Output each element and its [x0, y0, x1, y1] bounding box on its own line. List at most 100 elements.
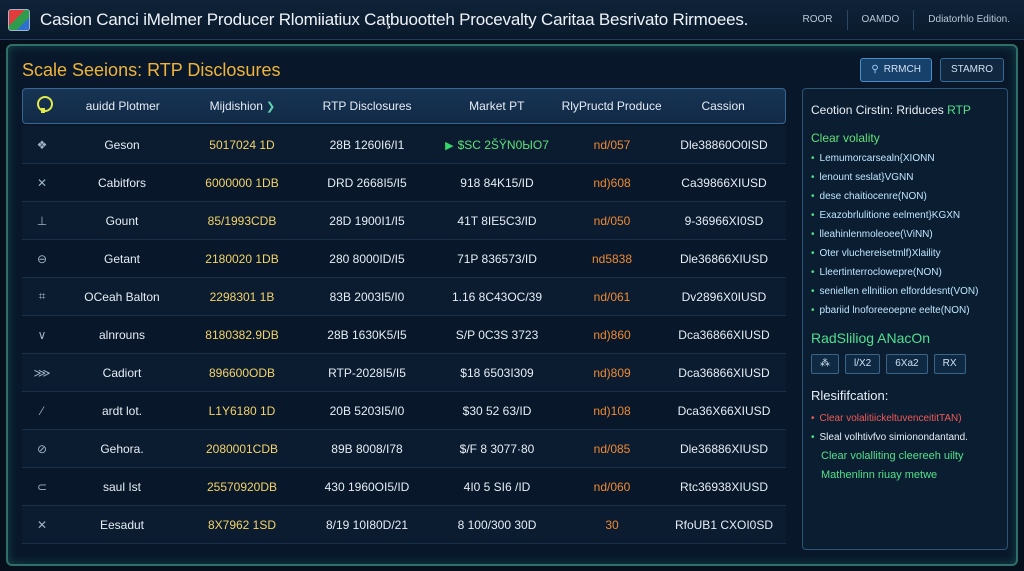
col-header-rtp[interactable]: RTP Disclosures [302, 99, 432, 113]
chip-button[interactable]: ⁂ [811, 354, 839, 374]
cell-name: ardt lot. [101, 403, 143, 418]
section-title: Scale Seeions: RTP Disclosures [22, 60, 281, 80]
cell-market: ▶ $SC 2ŠŸN0ЫO7 [432, 138, 562, 152]
search-button-label: RRMCH [883, 64, 921, 75]
side-heading-text: Ceotion Cirstin: Rriduces [811, 103, 944, 117]
side-panel: Ceotion Cirstin: Rriduces RTP Clear vola… [802, 88, 1008, 550]
title-action-2[interactable]: OAMDO [846, 9, 914, 30]
bullet-item: Lemumorcarsealn{XIONN [811, 149, 999, 168]
cell-rtp: nd)108 [593, 403, 631, 418]
cell-name: alnrouns [98, 327, 146, 342]
chevron-right-icon: ❯ [265, 101, 276, 113]
cell-rtp: nd5838 [591, 251, 633, 266]
table-row[interactable]: ⋙ Cadiort 896600ODB RTP-2028I5/I5 $18 6503I3… [22, 354, 786, 392]
cell-disclosure: 89B 8008/I78 [331, 441, 403, 456]
cell-id: 2080001CDB [205, 441, 279, 456]
side-heading: Ceotion Cirstin: Rriduces RTP [811, 103, 999, 117]
table-row[interactable]: ⊖ Getant 2180020 1DB 280 8000ID/I5 71P 83657… [22, 240, 786, 278]
cell-market: S/P 0C3S 3723 [455, 327, 539, 342]
cell-disclosure: 8/19 10I80D/21 [325, 517, 409, 532]
cell-market: $18 6503I309 [460, 365, 534, 380]
note-item: Clear volalliting cleereeh uilty [821, 450, 964, 462]
row-icon: ⌗ [38, 289, 46, 303]
classification-title: Rlesififcation: [811, 388, 889, 403]
row-icon: ⊘ [36, 441, 48, 456]
bullet-item: lenount seslat}VGNN [811, 168, 999, 187]
chip-button[interactable]: l/X2 [845, 354, 881, 374]
row-icon: ⊥ [36, 213, 48, 228]
chip-row: ⁂ l/X2 6Xa2 RX [811, 354, 999, 374]
bullet-item: seniellen ellnitiion elforddesnt(VON) [811, 282, 999, 301]
table-row[interactable]: ⊥ Gount 85/1993CDB 28D 1900I1/I5 41T 8IE5C3/… [22, 202, 786, 240]
cell-disclosure: 83B 2003I5/I0 [329, 289, 405, 304]
search-button[interactable]: ⚲ RRMCH [860, 58, 932, 82]
table-row[interactable]: ⌗ OCeah Balton 2298301 1B 83B 2003I5/I0 1.16… [22, 278, 786, 316]
cell-rtp: nd/060 [593, 479, 631, 494]
cell-market: 8 100/300 30D [457, 517, 537, 532]
bullet-item: lleahinlenmoleoee(\ViNN) [811, 225, 999, 244]
top-buttons: ⚲ RRMCH STAMRO [860, 58, 1004, 82]
chip-button[interactable]: RX [933, 354, 966, 374]
bullet-item: Lleertinterroclowepre(NON) [811, 263, 999, 282]
cell-rtp: nd/057 [593, 137, 631, 152]
row-icon: ❖ [36, 137, 48, 152]
cell-id: 2180020 1DB [205, 251, 279, 266]
cell-rtp: nd/050 [593, 213, 631, 228]
cell-rtp: nd)608 [593, 175, 631, 190]
bulb-icon [36, 95, 53, 114]
cell-rtp: 30 [605, 517, 619, 532]
cell-cassion: Dle36886XIUSD [679, 441, 769, 456]
cell-cassion: Ca39866XIUSD [681, 175, 767, 190]
bullet-item: dese chaitiocenre(NON) [811, 187, 999, 206]
col-header-producer[interactable]: RlyPructd Producer [562, 99, 662, 113]
app-logo-icon [8, 8, 30, 31]
table-row[interactable]: ⊘ Gehora. 2080001CDB 89B 8008/I78 $/F 8 3077… [22, 430, 786, 468]
cell-market: $30 52 63/ID [462, 403, 532, 418]
cell-id: L1Y6180 1D [208, 403, 276, 418]
table-row[interactable]: ⊂ saul Ist 25570920DB 430 1960OI5/ID 4I0 5 S… [22, 468, 786, 506]
title-action-3[interactable]: Ddiatorhlo Edition. [913, 9, 1024, 30]
table-row[interactable]: ❖ Geson 5017024 1D 28B 1260I6/I1 ▶ $SC 2ŠŸN0Ы… [22, 126, 786, 164]
col-header-jurisdiction[interactable]: Mijdishion ❯ [183, 99, 303, 113]
bullet-item: pbariid lnoforeeoepne eelte(NON) [811, 301, 999, 320]
title-action-1[interactable]: ROOR [789, 10, 847, 30]
cell-rtp: nd)860 [593, 327, 631, 342]
cell-name: Gehora. [100, 441, 144, 456]
table-row[interactable]: ∨ alnrouns 8180382.9DB 28B 1630K5/I5 S/P 0C3… [22, 316, 786, 354]
cell-cassion: Dv2896X0IUSD [681, 289, 767, 304]
cell-disclosure: 28D 1900I1/I5 [329, 213, 405, 228]
note-item: Mathenlinn riuay metwe [821, 469, 938, 481]
cell-name: Gount [105, 213, 139, 228]
table-row[interactable]: ✕ Eesadut 8X7962 1SD 8/19 10I80D/21 8 100/30… [22, 506, 786, 544]
cell-name: Cadiort [102, 365, 142, 380]
col-header-cassion[interactable]: Cassion [661, 99, 785, 113]
data-table: auidd Plotmer Mijdishion ❯ RTP Disclosure… [22, 88, 786, 562]
cell-id: 85/1993CDB [207, 213, 277, 228]
cell-disclosure: 20B 5203I5/I0 [329, 403, 405, 418]
cell-name: Getant [103, 251, 141, 266]
table-row[interactable]: ⁄ ardt lot. L1Y6180 1D 20B 5203I5/I0 $30 52 … [22, 392, 786, 430]
row-icon: ⁄ [40, 403, 43, 418]
col-header-platform[interactable]: auidd Plotmer [63, 99, 183, 113]
search-icon: ⚲ [871, 64, 879, 75]
cell-id: 8X7962 1SD [207, 517, 277, 532]
side-heading-accent: RTP [947, 103, 971, 117]
table-header: auidd Plotmer Mijdishion ❯ RTP Disclosure… [22, 88, 786, 124]
note-item: Clear volalitiickeltuvenceititTAN) [811, 409, 999, 428]
cell-disclosure: 28B 1260I6/I1 [329, 137, 405, 152]
cell-disclosure: RTP-2028I5/I5 [328, 365, 406, 380]
cell-id: 2298301 1B [209, 289, 275, 304]
cell-disclosure: DRD 2668I5/I5 [327, 175, 407, 190]
chip-button[interactable]: 6Xa2 [886, 354, 928, 374]
cell-cassion: RfoUB1 CXOI0SD [674, 517, 774, 532]
table-row[interactable]: ✕ Cabitfors 6000000 1DB DRD 2668I5/I5 918 84… [22, 164, 786, 202]
cell-cassion: Dca36X66XIUSD [677, 403, 771, 418]
col-header-market[interactable]: Market PT [432, 99, 562, 113]
window-title: Casion Canci iMelmer Producer Rlomiiatiu… [40, 9, 749, 29]
title-bar: Casion Canci iMelmer Producer Rlomiiatiu… [0, 0, 1024, 40]
cell-id: 25570920DB [206, 479, 278, 494]
bullet-item: Exazobrlulitione eelment}KGXN [811, 206, 999, 225]
secondary-button[interactable]: STAMRO [939, 58, 1004, 82]
cell-id: 6000000 1DB [205, 175, 279, 190]
side-subheading: Clear volality [811, 131, 880, 145]
